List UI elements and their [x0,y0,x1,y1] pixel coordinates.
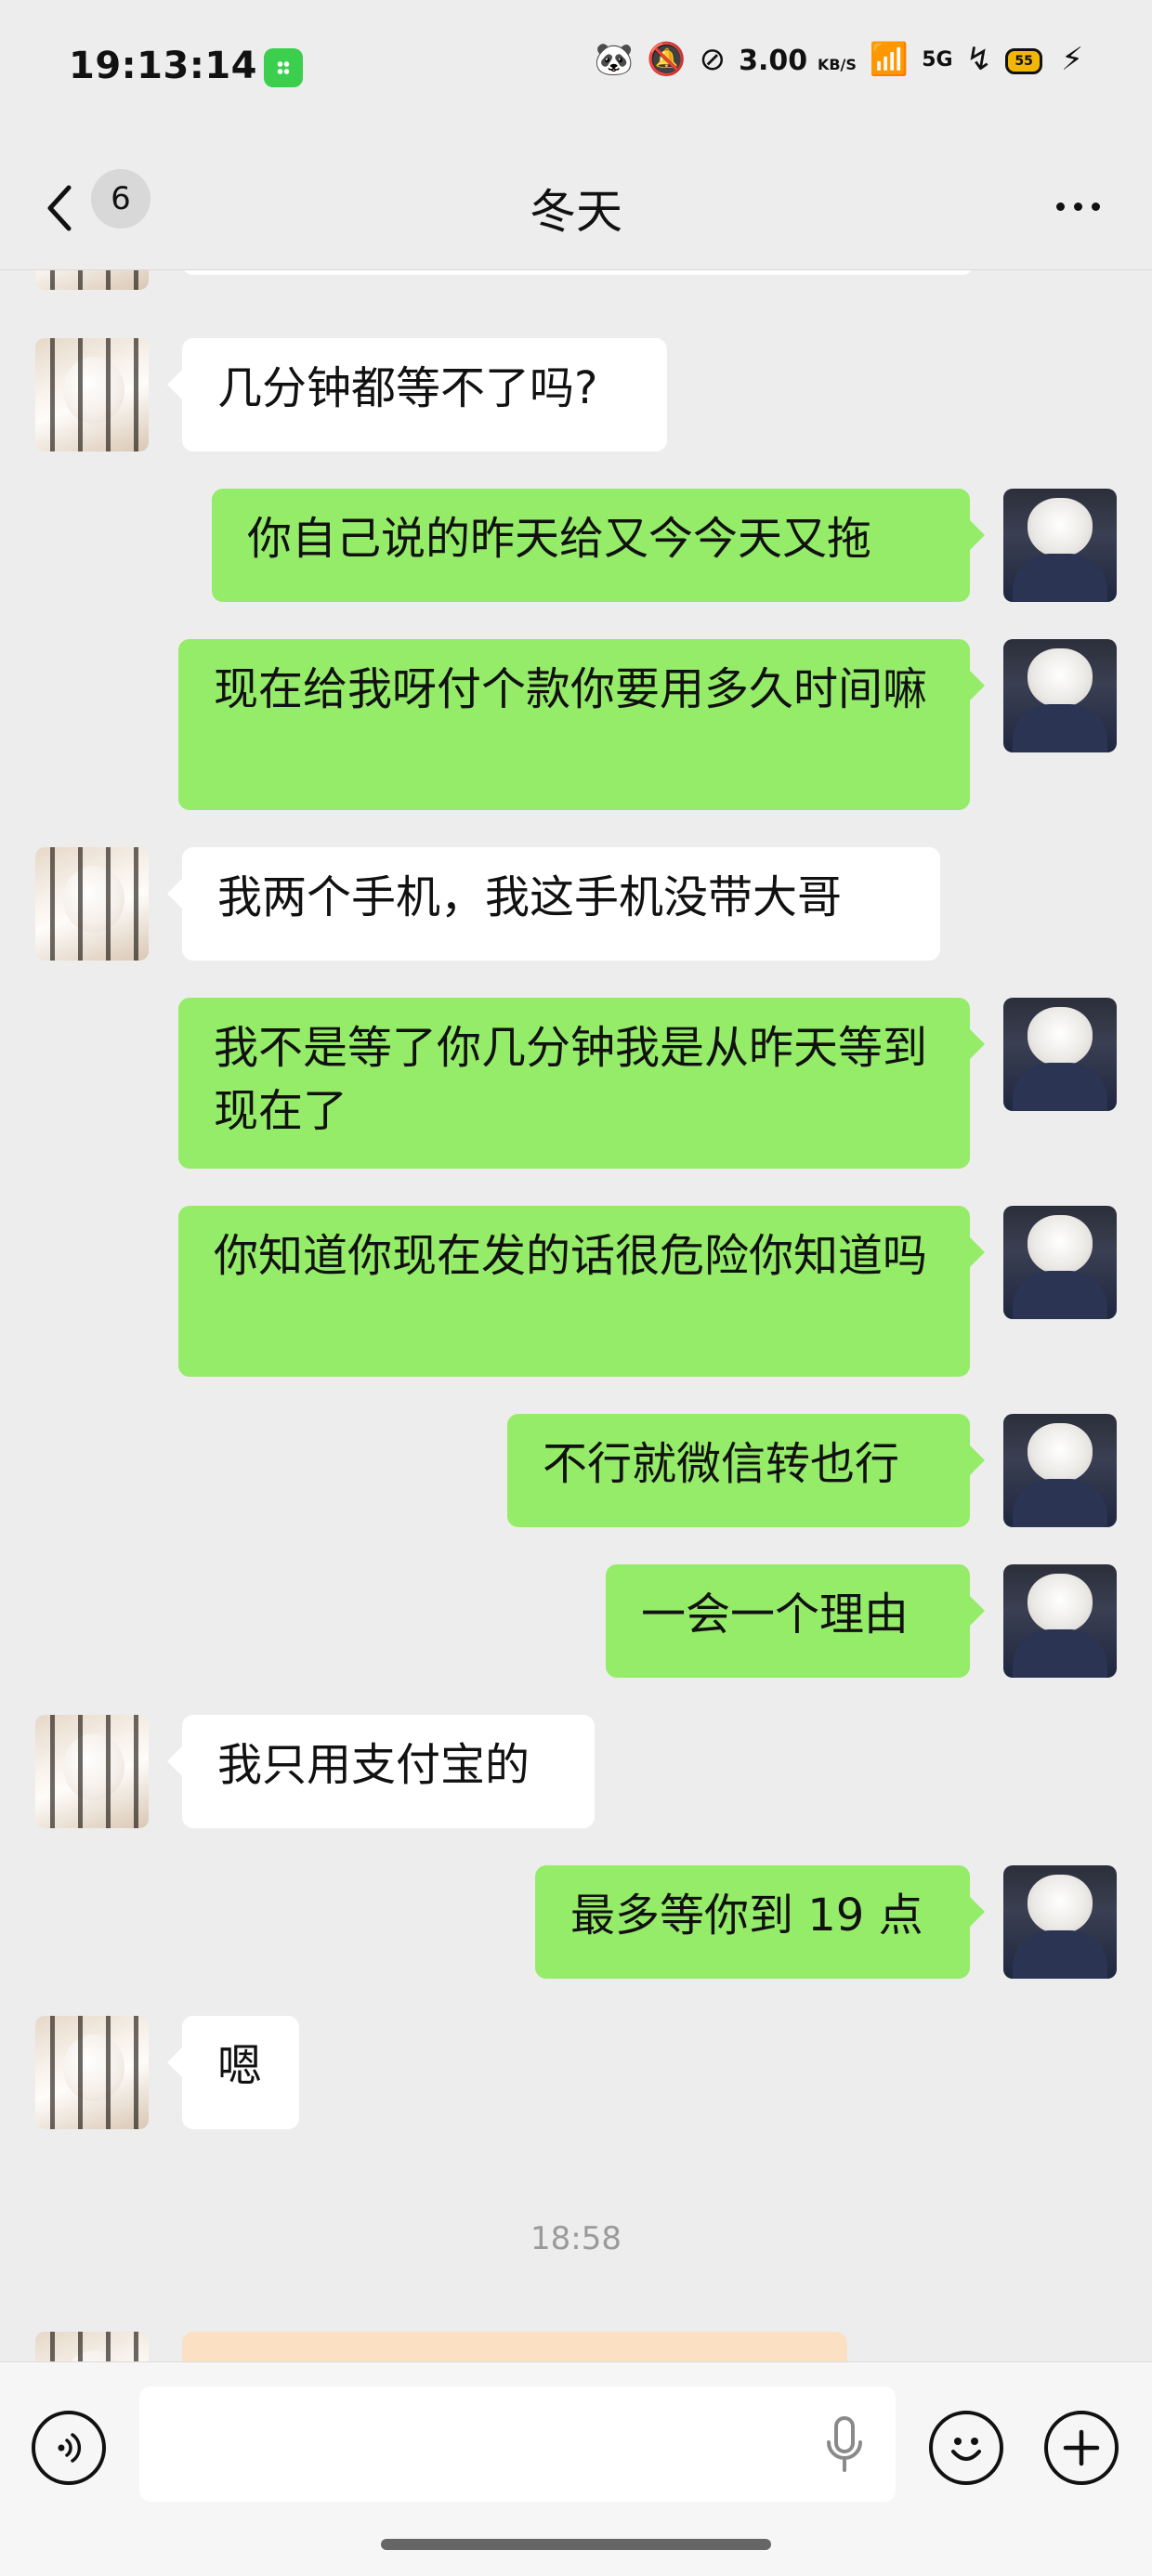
app-notification-icon [264,48,303,87]
emoji-button[interactable] [929,2411,1003,2485]
my-avatar[interactable] [1003,1206,1117,1319]
message-input[interactable] [139,2386,896,2502]
signal-5g-label: 5G [922,47,953,72]
charging-icon: ⚡ [1061,41,1083,78]
microphone-icon[interactable] [821,2414,868,2476]
message-bubble-outgoing[interactable]: 你自己说的昨天给又今今天又拖 [212,489,985,602]
my-avatar[interactable] [1003,998,1117,1111]
voice-mode-icon [58,2433,82,2463]
input-bar [0,2361,1152,2576]
message-card-partial[interactable] [182,2332,847,2361]
data-saver-icon: ↯ [965,41,993,78]
message-bubble-outgoing[interactable]: 现在给我呀付个款你要用多久时间嘛 [178,639,985,810]
more-dots-icon [1091,202,1100,211]
contact-avatar[interactable] [35,1715,149,1828]
chat-header: 6 冬天 [0,149,1152,270]
chat-title: 冬天 [530,185,622,239]
contact-avatar[interactable] [35,2016,149,2129]
status-icons: 🐼 🔕 ⊘ 3.00 KB/S 📶 5G ↯ 55 ⚡ [595,41,1083,78]
more-dots-icon [1055,202,1065,211]
my-avatar[interactable] [1003,639,1117,752]
contact-avatar[interactable] [35,338,149,451]
emoji-icon [951,2438,981,2461]
battery-level: 55 [1005,48,1043,74]
network-speed: 3.00 KB/S [739,44,857,75]
contact-avatar[interactable] [35,2332,149,2361]
wifi-icon: 📶 [869,41,910,78]
message-bubble-outgoing[interactable]: 不行就微信转也行 [507,1414,985,1527]
more-options-button[interactable] [1041,178,1115,234]
status-time: 19:13:14 [69,45,257,87]
message-bubble-incoming[interactable]: 嗯 [167,2016,299,2129]
message-bubble-incoming[interactable]: 我只用支付宝的 [167,1715,595,1828]
more-dots-icon [1073,202,1082,211]
my-avatar[interactable] [1003,489,1117,602]
message-bubble-outgoing[interactable]: 一会一个理由 [606,1564,985,1678]
more-functions-button[interactable] [1044,2411,1119,2485]
my-avatar[interactable] [1003,1564,1117,1678]
panda-app-icon: 🐼 [594,41,635,78]
message-bubble-incoming[interactable]: 我两个手机，我这手机没带大哥 [167,847,940,961]
message-timestamp: 18:58 [530,2220,622,2257]
battery-icon: 55 [1005,41,1048,78]
net-speed-unit: KB/S [817,56,857,73]
plus-icon [1063,2429,1100,2466]
mute-icon: 🔕 [647,41,687,78]
my-avatar[interactable] [1003,1865,1117,1979]
message-list[interactable]: 几分钟都等不了吗? 你自己说的昨天给又今今天又拖 现在给我呀付个款你要用多久时间… [0,251,1152,2361]
dnd-icon: ⊘ [699,41,727,78]
net-speed-value: 3.00 [739,45,808,77]
message-bubble-incoming[interactable]: 几分钟都等不了吗? [167,338,667,451]
home-indicator[interactable] [381,2539,771,2550]
voice-mode-button[interactable] [32,2411,106,2485]
my-avatar[interactable] [1003,1414,1117,1527]
message-bubble-outgoing[interactable]: 最多等你到 19 点 [535,1865,985,1979]
status-bar: 19:13:14 🐼 🔕 ⊘ 3.00 KB/S 📶 5G ↯ 55 ⚡ [0,0,1152,139]
message-bubble-outgoing[interactable]: 你知道你现在发的话很危险你知道吗 [178,1206,985,1377]
contact-avatar[interactable] [35,847,149,961]
message-bubble-outgoing[interactable]: 我不是等了你几分钟我是从昨天等到现在了 [178,998,985,1169]
